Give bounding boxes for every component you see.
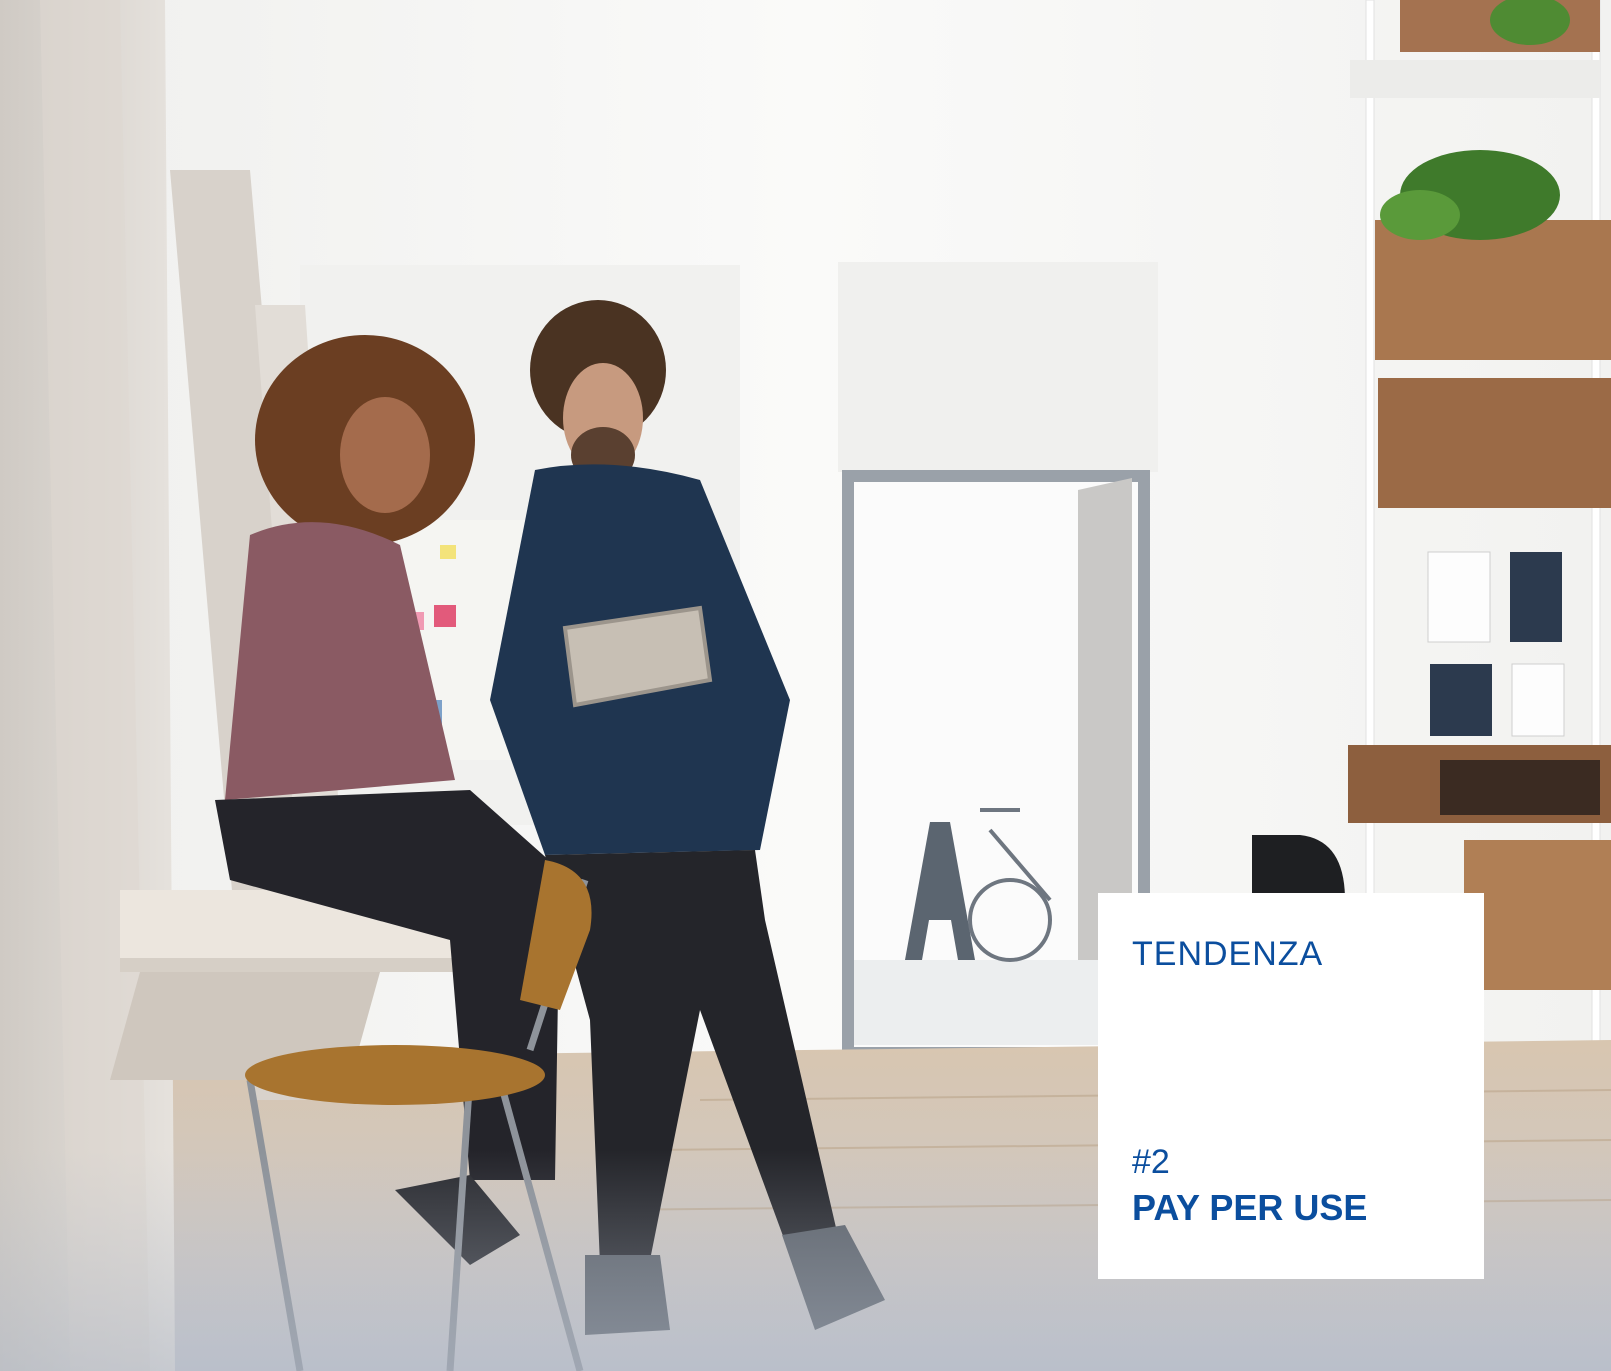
card-title: PAY PER USE (1132, 1187, 1368, 1228)
clipboard (1510, 552, 1562, 642)
chair-seat (245, 1045, 545, 1105)
planter-box (1375, 220, 1611, 360)
clipboard (1427, 551, 1491, 643)
clipboard (1430, 664, 1492, 736)
shelf-box (1378, 378, 1611, 508)
card-number-label: #2 (1132, 1143, 1170, 1181)
woman-face (340, 397, 430, 513)
wall-panel-right (838, 262, 1158, 472)
topic-card: TENDENZA #2 PAY PER USE (1098, 893, 1484, 1279)
shelf-box (1464, 840, 1611, 990)
clipboard (1511, 663, 1565, 737)
card-category-label: TENDENZA (1132, 935, 1324, 973)
doorway-floor (854, 960, 1138, 1045)
